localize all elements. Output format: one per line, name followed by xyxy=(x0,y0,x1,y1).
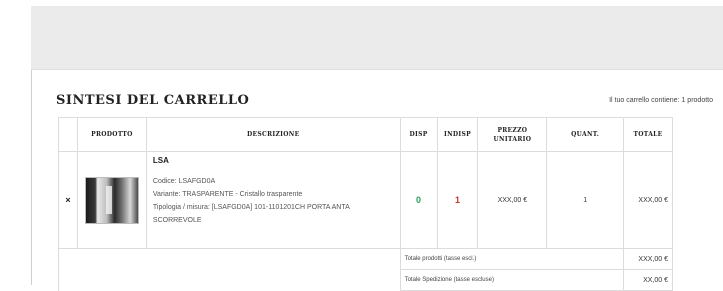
product-description-cell: LSA Codice: LSAFGD0A Variante: TRASPAREN… xyxy=(145,151,401,249)
quantity-value[interactable]: 1 xyxy=(546,151,625,249)
site-header-bar xyxy=(31,6,723,70)
column-header-product: PRODOTTO xyxy=(76,117,147,152)
totals-amount-products: XXX,00 € xyxy=(623,248,673,270)
cart-table-header: PRODOTTO DESCRIZIONE DISP INDISP PREZZO … xyxy=(58,117,673,152)
available-quantity: 0 xyxy=(399,151,438,249)
totals-spacer xyxy=(58,248,401,270)
column-header-total: TOTALE xyxy=(623,117,673,152)
cart-table: PRODOTTO DESCRIZIONE DISP INDISP PREZZO … xyxy=(58,117,673,291)
product-variant: Variante: TRASPARENTE - Cristallo traspa… xyxy=(152,191,303,198)
cart-summary-text: Il tuo carrello contiene: 1 prodotto xyxy=(609,97,713,104)
totals-spacer xyxy=(58,269,401,291)
line-total: XXX,00 € xyxy=(623,151,673,249)
column-header-disp: DISP xyxy=(399,117,438,152)
product-thumbnail[interactable] xyxy=(84,176,139,224)
product-type-continued: SCORREVOLE xyxy=(152,217,202,224)
column-header-unit-price: PREZZO UNITARIO xyxy=(477,117,548,152)
totals-row-products: Totale prodotti (tasse escl.) XXX,00 € xyxy=(58,248,673,270)
unavailable-quantity: 1 xyxy=(436,151,479,249)
totals-row-shipping: Totale Spedizione (tasse escluse) XX,00 … xyxy=(58,269,673,291)
column-header-indisp: INDISP xyxy=(436,117,479,152)
unit-price: XXX,00 € xyxy=(477,151,548,249)
product-type: Tipologia / misura: [LSAFGD0A] 101-11012… xyxy=(152,204,350,211)
cart-item-row: × LSA Codice: LSAFGD0A Variante: TRASPAR… xyxy=(58,151,673,249)
product-image-cell xyxy=(76,151,147,249)
column-header-quantity: QUANT. xyxy=(546,117,625,152)
product-code: Codice: LSAFGD0A xyxy=(152,178,216,185)
remove-item-icon[interactable]: × xyxy=(58,151,78,249)
page-title: SINTESI DEL CARRELLO xyxy=(56,93,250,108)
column-header-remove xyxy=(58,117,78,152)
product-name-link[interactable]: LSA xyxy=(153,156,396,165)
totals-label-products: Totale prodotti (tasse escl.) xyxy=(399,248,625,270)
totals-label-shipping: Totale Spedizione (tasse escluse) xyxy=(399,269,625,291)
column-header-description: DESCRIZIONE xyxy=(145,117,401,152)
totals-amount-shipping: XX,00 € xyxy=(623,269,673,291)
